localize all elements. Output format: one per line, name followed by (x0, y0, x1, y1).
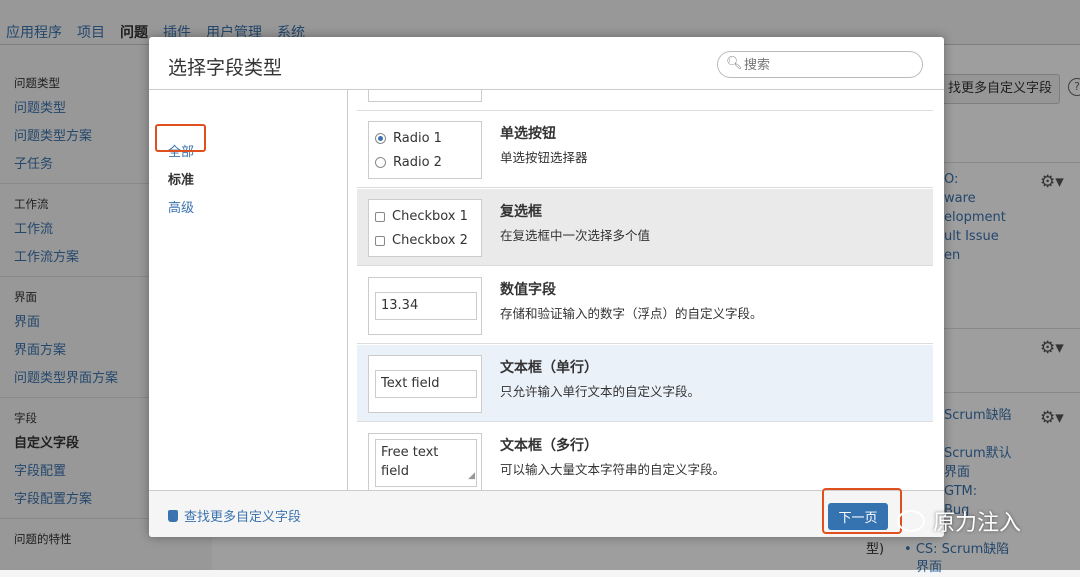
preview-label: Checkbox 1 (392, 209, 468, 224)
radio-icon (375, 157, 386, 168)
field-preview: Text field (368, 355, 482, 413)
field-type-title: 文本框（多行） (500, 438, 598, 454)
preview-label: field (381, 464, 410, 479)
resize-handle-icon: ◢ (468, 471, 475, 481)
field-type-number[interactable]: 13.34 数值字段 存储和验证输入的数字（浮点）的自定义字段。 (357, 267, 933, 344)
find-more-fields-link[interactable]: 查找更多自定义字段 (168, 506, 301, 525)
field-type-title: 单选按钮 (500, 126, 556, 142)
field-type-radio[interactable]: Radio 1 Radio 2 单选按钮 单选按钮选择器 (357, 111, 933, 188)
highlight-box-standard (155, 124, 206, 152)
field-type-title: 复选框 (500, 204, 542, 220)
field-type-description: 可以输入大量文本字符串的自定义字段。 (500, 462, 726, 477)
watermark: 原力注入 (897, 505, 1021, 537)
list-item[interactable] (357, 90, 933, 111)
preview-label: Free text (381, 445, 439, 460)
field-type-text-multi[interactable]: Free text field ◢ 文本框（多行） 可以输入大量文本字符串的自定… (357, 423, 933, 490)
field-type-text-single[interactable]: Text field 文本框（单行） 只允许输入单行文本的自定义字段。 (357, 345, 933, 422)
field-type-description: 单选按钮选择器 (500, 150, 588, 165)
field-preview: 13.34 (368, 277, 482, 335)
dialog-title: 选择字段类型 (168, 57, 283, 79)
field-type-title: 数值字段 (500, 282, 556, 298)
highlight-box-next (822, 488, 902, 534)
tab-standard[interactable]: 标准 (168, 169, 194, 188)
checkbox-icon (375, 211, 385, 222)
preview-label: Radio 2 (393, 155, 442, 170)
watermark-text: 原力注入 (933, 511, 1022, 536)
field-preview: Checkbox 1 Checkbox 2 (368, 199, 482, 257)
footer-link-label: 查找更多自定义字段 (184, 510, 302, 525)
search-icon: 🔍︎ (726, 56, 743, 71)
field-type-title: 文本框（单行） (500, 360, 598, 376)
preview-label: Radio 1 (393, 131, 442, 146)
field-type-list[interactable]: Radio 1 Radio 2 单选按钮 单选按钮选择器 Checkbox 1 … (348, 90, 944, 490)
field-type-description: 在复选框中一次选择多个值 (500, 228, 651, 243)
field-type-description: 只允许输入单行文本的自定义字段。 (500, 384, 701, 399)
radio-icon (375, 133, 386, 144)
tab-advanced[interactable]: 高级 (168, 197, 194, 216)
preview-textarea: Free text field ◢ (375, 439, 477, 487)
preview-number-input: 13.34 (375, 292, 477, 320)
field-type-description: 存储和验证输入的数字（浮点）的自定义字段。 (500, 306, 763, 321)
preview-label: Checkbox 2 (392, 233, 468, 248)
dialog-header: 选择字段类型 🔍︎ (149, 37, 944, 90)
search-box: 🔍︎ (717, 51, 923, 78)
field-type-checkbox[interactable]: Checkbox 1 Checkbox 2 复选框 在复选框中一次选择多个值 (357, 189, 933, 266)
field-preview: Free text field ◢ (368, 433, 482, 490)
marketplace-bag-icon (168, 509, 178, 522)
wechat-icon (897, 510, 925, 532)
field-preview (368, 90, 482, 102)
field-preview: Radio 1 Radio 2 (368, 121, 482, 179)
select-field-type-dialog: 选择字段类型 🔍︎ 全部 标准 高级 Radio 1 Radio 2 单选按钮 … (149, 37, 944, 537)
search-input[interactable] (742, 55, 916, 76)
checkbox-icon (375, 235, 385, 246)
preview-text-input: Text field (375, 370, 477, 398)
